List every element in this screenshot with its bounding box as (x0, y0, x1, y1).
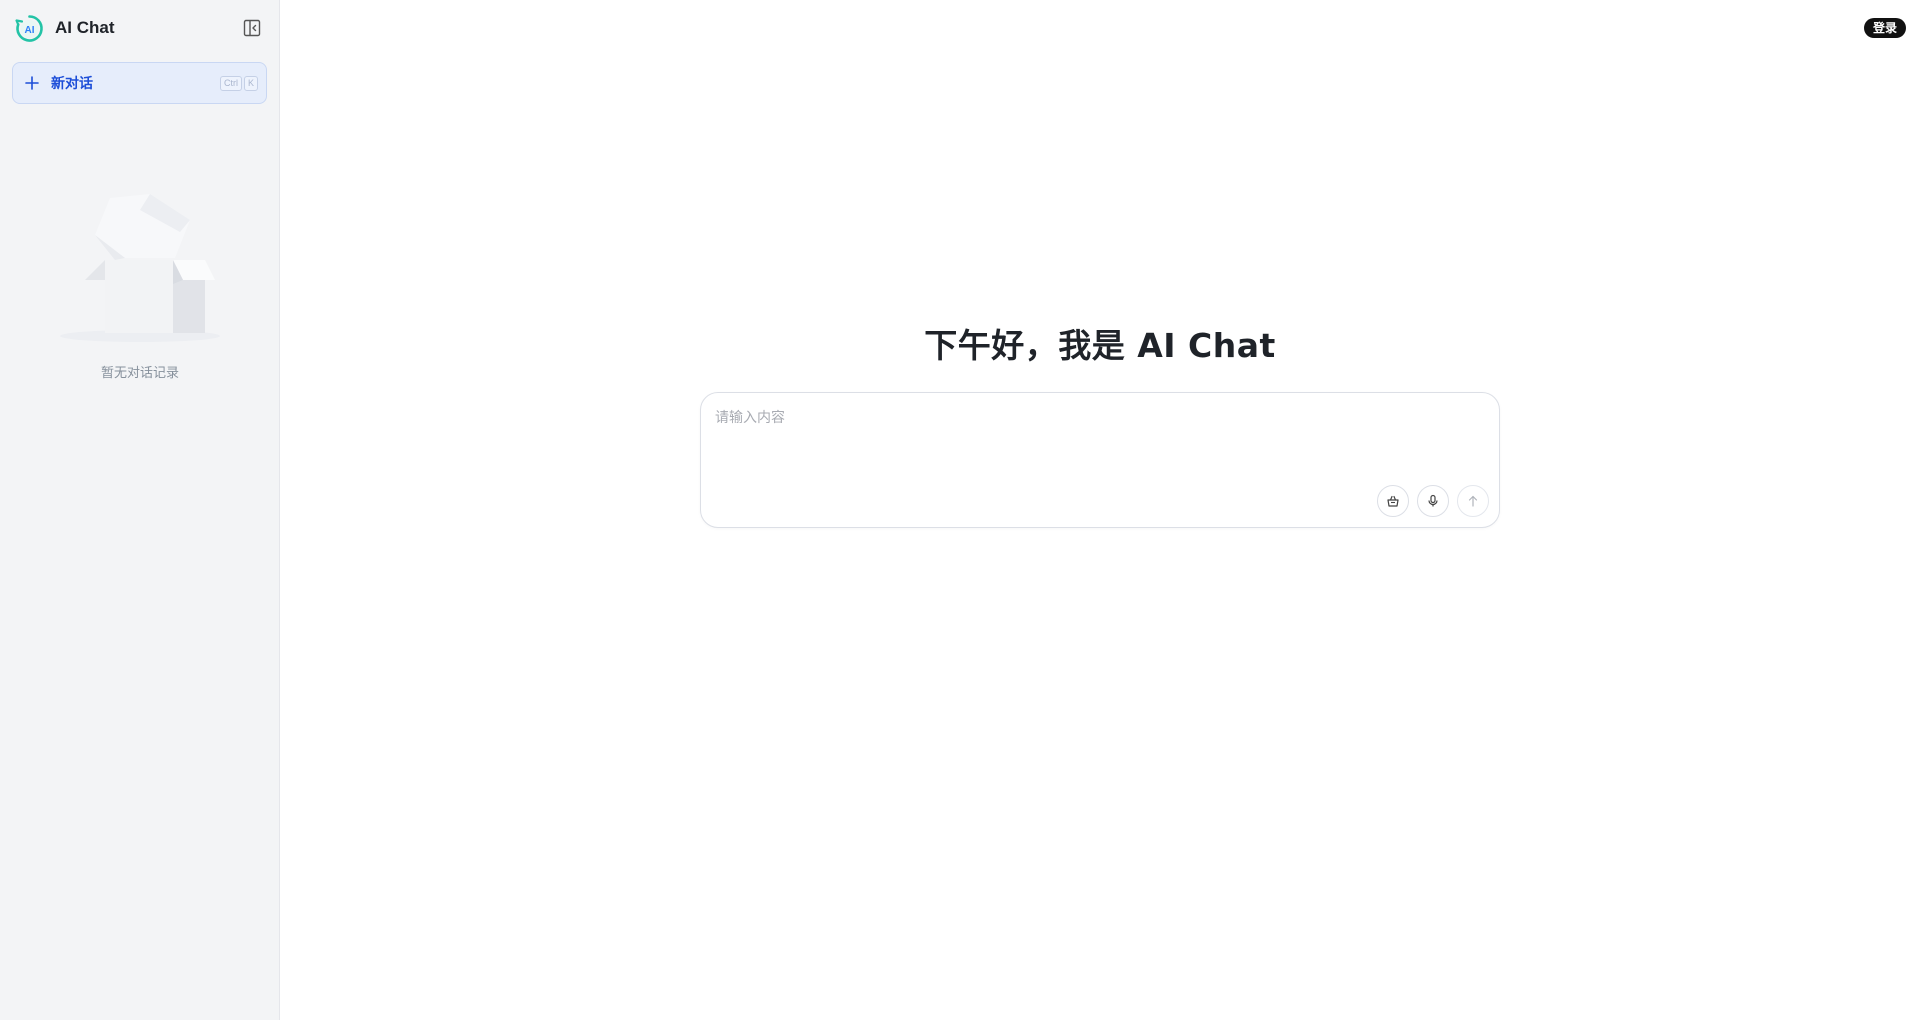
empty-state: 暂无对话记录 (0, 180, 280, 381)
message-composer (700, 392, 1500, 528)
shortcut-key-ctrl: Ctrl (219, 75, 242, 91)
basket-icon (1387, 495, 1399, 507)
app-logo: AI (14, 13, 45, 44)
new-chat-label: 新对话 (51, 76, 93, 92)
new-chat-button[interactable]: 新对话 Ctrl K (12, 62, 267, 104)
login-button[interactable]: 登录 (1863, 18, 1906, 38)
voice-input-button[interactable] (1417, 485, 1449, 517)
main-area: 登录 下午好，我是 AI Chat (280, 0, 1920, 1020)
empty-box-illustration (60, 194, 220, 342)
send-button[interactable] (1457, 485, 1489, 517)
app-root: AI AI Chat 新对话 Ctrl K 暂无对话记录 登录 下午好，我是 A… (0, 0, 1920, 1020)
empty-state-text: 暂无对话记录 (100, 366, 179, 381)
sidebar-header: AI AI Chat (0, 0, 279, 56)
message-input[interactable] (715, 407, 1485, 467)
plus-icon (23, 74, 41, 92)
sidebar: AI AI Chat 新对话 Ctrl K 暂无对话记录 (0, 0, 280, 1020)
logo-text: AI (25, 25, 35, 36)
sidebar-collapse-icon (243, 19, 261, 37)
sidebar-collapse-button[interactable] (239, 15, 265, 41)
shortcut-key-k: K (243, 75, 258, 91)
greeting-title: 下午好，我是 AI Chat (924, 326, 1276, 365)
composer-actions (1377, 485, 1489, 517)
app-name: AI Chat (55, 18, 115, 37)
microphone-icon (1428, 494, 1438, 507)
plugin-button[interactable] (1377, 485, 1409, 517)
shortcut-hint: Ctrl K (219, 75, 258, 91)
arrow-up-icon (1468, 495, 1478, 507)
chat-start-panel: 下午好，我是 AI Chat (280, 318, 1920, 528)
